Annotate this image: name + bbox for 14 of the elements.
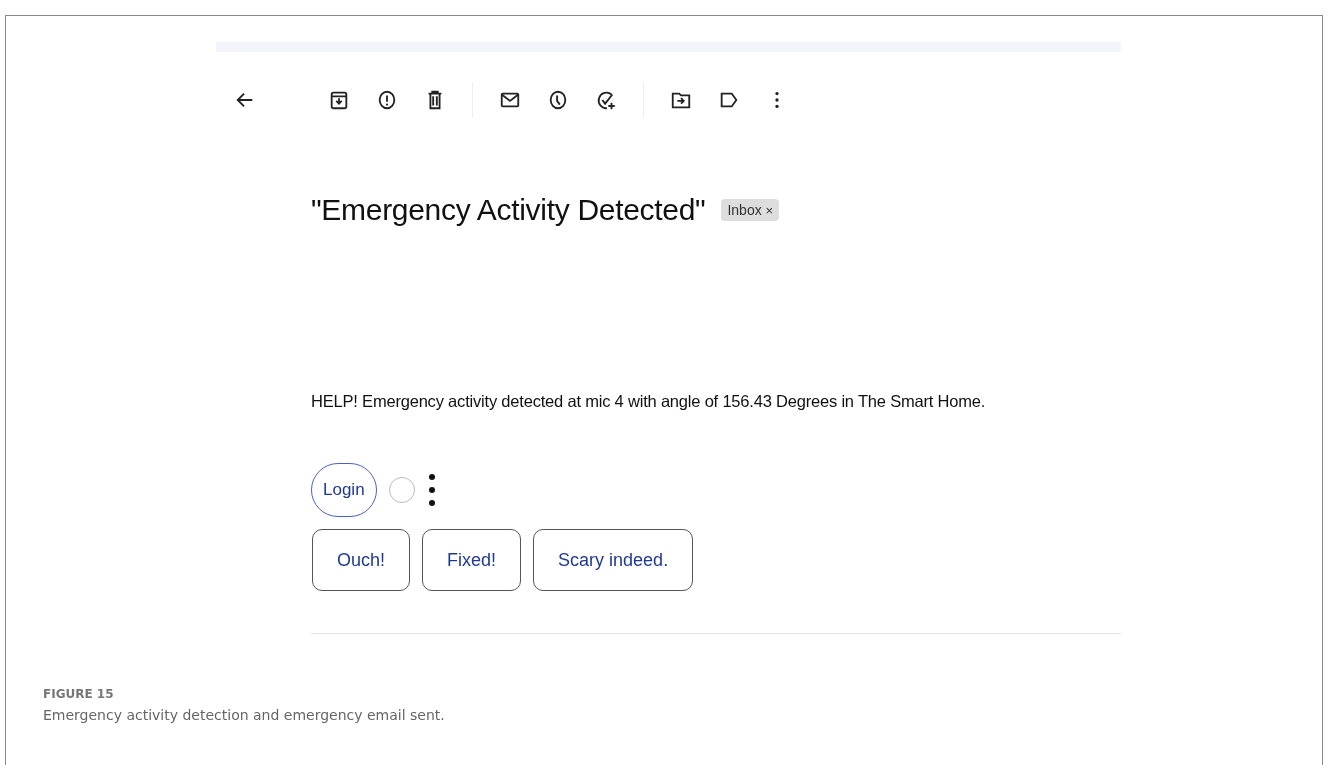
smart-reply-button[interactable]: Fixed!: [422, 529, 522, 591]
smart-reply-button[interactable]: Ouch!: [312, 529, 411, 591]
figure-caption: Emergency activity detection and emergency email sent.: [43, 707, 446, 723]
email-subject: "Emergency Activity Detected": [311, 193, 706, 227]
inbox-label[interactable]: Inbox ×: [721, 199, 780, 221]
clock-icon[interactable]: [547, 89, 569, 111]
add-task-icon[interactable]: [595, 89, 617, 111]
archive-icon[interactable]: [328, 89, 350, 111]
login-chip[interactable]: Login: [311, 463, 377, 517]
figure-number: FIGURE 15: [43, 687, 115, 701]
more-icon[interactable]: [426, 472, 437, 508]
spam-icon[interactable]: [376, 89, 398, 111]
email-body: HELP! Emergency activity detected at mic 4 with angle of 156.43 Degrees in The Smart Home.: [310, 392, 987, 411]
smart-reply-button[interactable]: Scary indeed.: [533, 529, 694, 591]
